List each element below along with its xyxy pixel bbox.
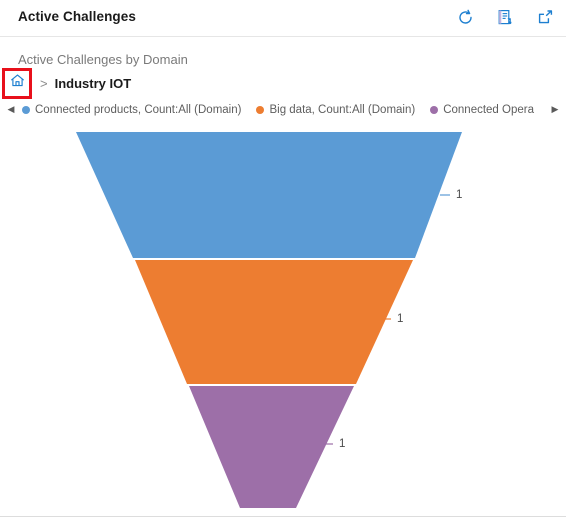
legend-item-big-data[interactable]: Big data, Count:All (Domain) <box>256 104 415 116</box>
breadcrumb-current-item[interactable]: Industry IOT <box>55 76 132 91</box>
funnel-segment-value-label: 1 <box>456 189 462 201</box>
breadcrumb-separator: > <box>40 75 48 91</box>
page-title: Active Challenges <box>18 9 136 24</box>
legend-item-connected-products[interactable]: Connected products, Count:All (Domain) <box>22 104 241 116</box>
legend-prev-arrow-icon[interactable]: ◀ <box>0 104 22 115</box>
panel-footer-divider <box>0 516 566 517</box>
panel-header: Active Challenges <box>0 0 566 37</box>
chart-subtitle: Active Challenges by Domain <box>18 52 188 67</box>
funnel-segment-value-label: 1 <box>339 438 345 450</box>
export-report-icon[interactable] <box>494 6 516 28</box>
chart-legend: ◀ Connected products, Count:All (Domain)… <box>0 101 566 118</box>
legend-color-dot-icon <box>22 105 30 114</box>
header-actions <box>454 6 556 28</box>
home-icon <box>10 73 25 93</box>
funnel-chart-svg: 1 1 1 <box>76 132 462 508</box>
breadcrumb: > Industry IOT <box>0 66 131 100</box>
legend-color-dot-icon <box>430 105 439 114</box>
legend-items: Connected products, Count:All (Domain) B… <box>22 104 544 116</box>
funnel-segment-value-label: 1 <box>397 313 403 325</box>
funnel-segment-group-1: 1 <box>135 260 413 384</box>
refresh-icon[interactable] <box>454 6 476 28</box>
funnel-segment[interactable] <box>189 386 354 508</box>
funnel-chart: 1 1 1 <box>0 122 566 516</box>
breadcrumb-home-button[interactable] <box>2 67 32 99</box>
legend-next-arrow-icon[interactable]: ▶ <box>544 104 566 115</box>
funnel-segment-group-2: 1 <box>189 386 354 508</box>
funnel-segment[interactable] <box>135 260 413 384</box>
legend-item-label: Connected products, Count:All (Domain) <box>35 103 242 116</box>
legend-color-dot-icon <box>256 105 265 114</box>
funnel-segment[interactable] <box>76 132 462 258</box>
pop-out-icon[interactable] <box>534 6 556 28</box>
funnel-segment-group-0: 1 <box>76 132 462 258</box>
legend-item-label: Connected Opera <box>443 103 534 116</box>
legend-item-label: Big data, Count:All (Domain) <box>269 103 416 116</box>
legend-item-connected-operations[interactable]: Connected Opera <box>430 104 534 116</box>
